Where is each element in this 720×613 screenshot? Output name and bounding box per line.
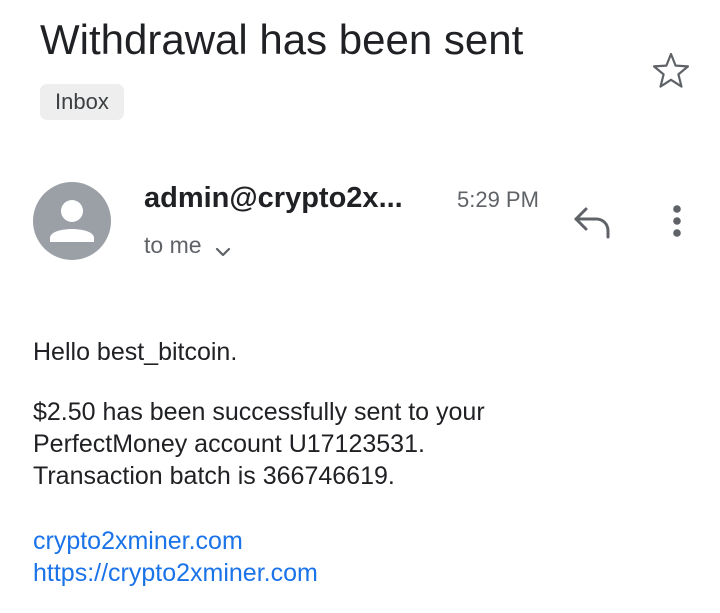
star-button[interactable] xyxy=(650,50,692,92)
more-vert-icon xyxy=(673,205,681,237)
sender-name: admin@crypto2x... xyxy=(144,182,403,214)
body-line-2: PerfectMoney account U17123531. xyxy=(33,430,425,458)
body-greeting: Hello best_bitcoin. xyxy=(33,338,238,366)
email-subject: Withdrawal has been sent xyxy=(40,16,524,63)
body-link-url[interactable]: https://crypto2xminer.com xyxy=(33,557,318,589)
reply-icon xyxy=(574,207,610,239)
body-line-3: Transaction batch is 366746619. xyxy=(33,462,395,490)
inbox-label-chip[interactable]: Inbox xyxy=(40,84,124,120)
reply-button[interactable] xyxy=(570,203,614,243)
chevron-down-icon xyxy=(214,236,232,257)
star-outline-icon xyxy=(652,52,690,88)
person-avatar-icon xyxy=(50,200,94,242)
body-link-domain[interactable]: crypto2xminer.com xyxy=(33,525,243,557)
body-line-1: $2.50 has been successfully sent to your xyxy=(33,398,485,426)
sender-avatar[interactable] xyxy=(33,182,111,260)
recipient-details-toggle[interactable]: to me xyxy=(144,228,232,262)
email-time: 5:29 PM xyxy=(457,187,539,212)
recipient-label: to me xyxy=(144,232,202,258)
more-options-button[interactable] xyxy=(662,200,692,242)
